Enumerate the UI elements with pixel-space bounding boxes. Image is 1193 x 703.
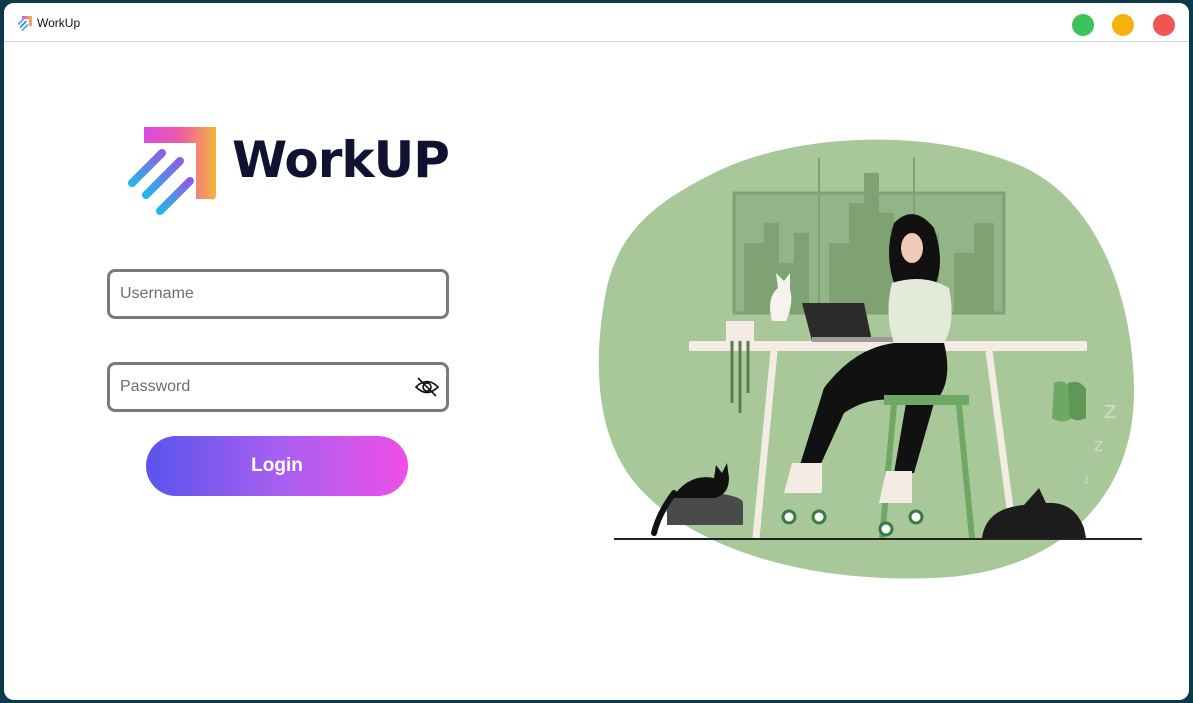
workup-logo: [128, 127, 216, 215]
username-input[interactable]: [110, 272, 410, 316]
brand-name: WorkUP: [232, 131, 450, 189]
svg-text:Z: Z: [1104, 402, 1116, 423]
close-button[interactable]: [1153, 14, 1175, 36]
workup-logo-icon: [17, 16, 32, 31]
maximize-button[interactable]: [1072, 14, 1094, 36]
woman-torso: [888, 279, 952, 343]
svg-text:Z: Z: [1094, 440, 1103, 455]
password-input[interactable]: [110, 365, 410, 409]
eye-slash-icon[interactable]: [414, 375, 440, 399]
minimize-button[interactable]: [1112, 14, 1134, 36]
workspace-illustration: Z Z z: [598, 139, 1142, 579]
window-title: WorkUp: [37, 16, 81, 30]
username-field[interactable]: [107, 269, 449, 319]
login-button[interactable]: Login: [146, 436, 408, 496]
svg-text:z: z: [1084, 475, 1089, 486]
laptop: [802, 303, 872, 341]
password-field[interactable]: [107, 362, 449, 412]
chair-seat: [884, 395, 969, 405]
app-window: WorkUp WorkUP Login: [4, 3, 1189, 700]
title-bar: WorkUp: [4, 3, 1189, 42]
